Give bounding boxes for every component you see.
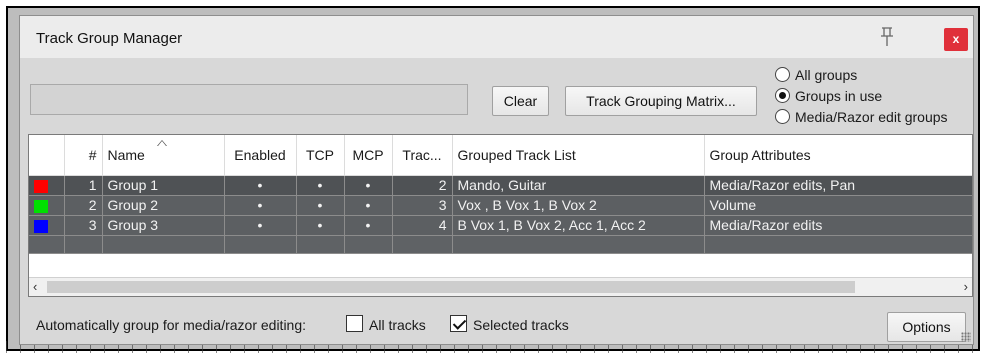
cell-track-list: B Vox 1, B Vox 2, Acc 1, Acc 2 <box>452 215 705 236</box>
titlebar: Track Group Manager x <box>20 16 973 58</box>
cell-tcp[interactable]: • <box>296 195 345 216</box>
col-header-number[interactable]: # <box>64 135 103 176</box>
cell-name[interactable]: Group 3 <box>102 215 225 236</box>
group-color-swatch[interactable] <box>34 219 48 233</box>
col-header-grouped-track-list[interactable]: Grouped Track List <box>452 135 705 176</box>
radio-media-razor-groups[interactable]: Media/Razor edit groups <box>775 106 948 127</box>
table-row[interactable]: 3 Group 3 • • • 4 B Vox 1, B Vox 2, Acc … <box>29 215 972 236</box>
group-color-swatch[interactable] <box>34 199 48 213</box>
radio-button[interactable] <box>775 67 790 82</box>
radio-groups-in-use[interactable]: Groups in use <box>775 85 948 106</box>
cell-tcp[interactable]: • <box>296 215 345 236</box>
track-grouping-matrix-button[interactable]: Track Grouping Matrix... <box>565 86 757 116</box>
table-row[interactable]: 2 Group 2 • • • 3 Vox , B Vox 1, B Vox 2… <box>29 195 972 216</box>
cell-attributes[interactable]: Media/Razor edits <box>704 215 972 236</box>
scroll-left-arrow-icon[interactable]: ‹ <box>33 279 37 294</box>
empty-row <box>29 235 972 254</box>
color-cell[interactable] <box>29 215 65 236</box>
radio-button-checked[interactable] <box>775 88 790 103</box>
cell-tracks: 3 <box>392 195 453 216</box>
col-header-color[interactable] <box>29 135 65 176</box>
cell-tracks: 2 <box>392 175 453 196</box>
scroll-right-arrow-icon[interactable]: › <box>964 279 968 294</box>
radio-all-groups[interactable]: All groups <box>775 64 948 85</box>
col-header-mcp[interactable]: MCP <box>344 135 393 176</box>
col-header-name-label: Name <box>107 146 145 163</box>
cell-track-list: Vox , B Vox 1, B Vox 2 <box>452 195 705 216</box>
col-header-tcp[interactable]: TCP <box>296 135 345 176</box>
cell-tcp[interactable]: • <box>296 175 345 196</box>
cell-attributes[interactable]: Volume <box>704 195 972 216</box>
radio-label: All groups <box>795 66 858 83</box>
group-color-swatch[interactable] <box>34 179 48 193</box>
clear-button[interactable]: Clear <box>492 86 549 116</box>
table-row[interactable]: 1 Group 1 • • • 2 Mando, Guitar Media/Ra… <box>29 175 972 196</box>
cell-number: 2 <box>64 195 103 216</box>
cell-number: 3 <box>64 215 103 236</box>
radio-label: Groups in use <box>795 87 883 104</box>
options-button[interactable]: Options <box>887 312 966 342</box>
cell-track-list: Mando, Guitar <box>452 175 705 196</box>
resize-grip-icon[interactable] <box>961 332 971 342</box>
col-header-enabled[interactable]: Enabled <box>224 135 297 176</box>
table-header-row: # Name Enabled TCP MCP Trac... Grouped T… <box>29 135 972 176</box>
group-filter-radio-group: All groups Groups in use Media/Razor edi… <box>775 64 948 127</box>
radio-label: Media/Razor edit groups <box>795 108 948 125</box>
cell-mcp[interactable]: • <box>344 195 393 216</box>
color-cell[interactable] <box>29 175 65 196</box>
pin-icon[interactable] <box>878 26 896 48</box>
all-tracks-label[interactable]: All tracks <box>369 317 426 333</box>
window-title: Track Group Manager <box>36 30 183 47</box>
cell-attributes[interactable]: Media/Razor edits, Pan <box>704 175 972 196</box>
cell-name[interactable]: Group 1 <box>102 175 225 196</box>
sort-ascending-icon <box>156 140 167 146</box>
scroll-thumb[interactable] <box>47 281 855 293</box>
filter-input[interactable] <box>30 84 468 115</box>
col-header-group-attributes[interactable]: Group Attributes <box>704 135 972 176</box>
color-cell[interactable] <box>29 195 65 216</box>
horizontal-scrollbar[interactable]: ‹ › <box>29 277 972 296</box>
groups-table: # Name Enabled TCP MCP Trac... Grouped T… <box>28 134 973 297</box>
cell-mcp[interactable]: • <box>344 215 393 236</box>
cell-name[interactable]: Group 2 <box>102 195 225 216</box>
track-group-manager-window: Track Group Manager x Clear Track Groupi… <box>19 15 974 345</box>
cell-enabled[interactable]: • <box>224 195 297 216</box>
selected-tracks-checkbox[interactable] <box>450 315 467 332</box>
radio-button[interactable] <box>775 109 790 124</box>
cell-number: 1 <box>64 175 103 196</box>
cell-enabled[interactable]: • <box>224 215 297 236</box>
all-tracks-checkbox[interactable] <box>346 315 363 332</box>
close-button[interactable]: x <box>944 28 968 51</box>
cell-enabled[interactable]: • <box>224 175 297 196</box>
auto-group-label: Automatically group for media/razor edit… <box>36 317 307 333</box>
col-header-name[interactable]: Name <box>102 135 225 176</box>
col-header-tracks[interactable]: Trac... <box>392 135 453 176</box>
selected-tracks-label[interactable]: Selected tracks <box>473 317 569 333</box>
cell-mcp[interactable]: • <box>344 175 393 196</box>
cell-tracks: 4 <box>392 215 453 236</box>
